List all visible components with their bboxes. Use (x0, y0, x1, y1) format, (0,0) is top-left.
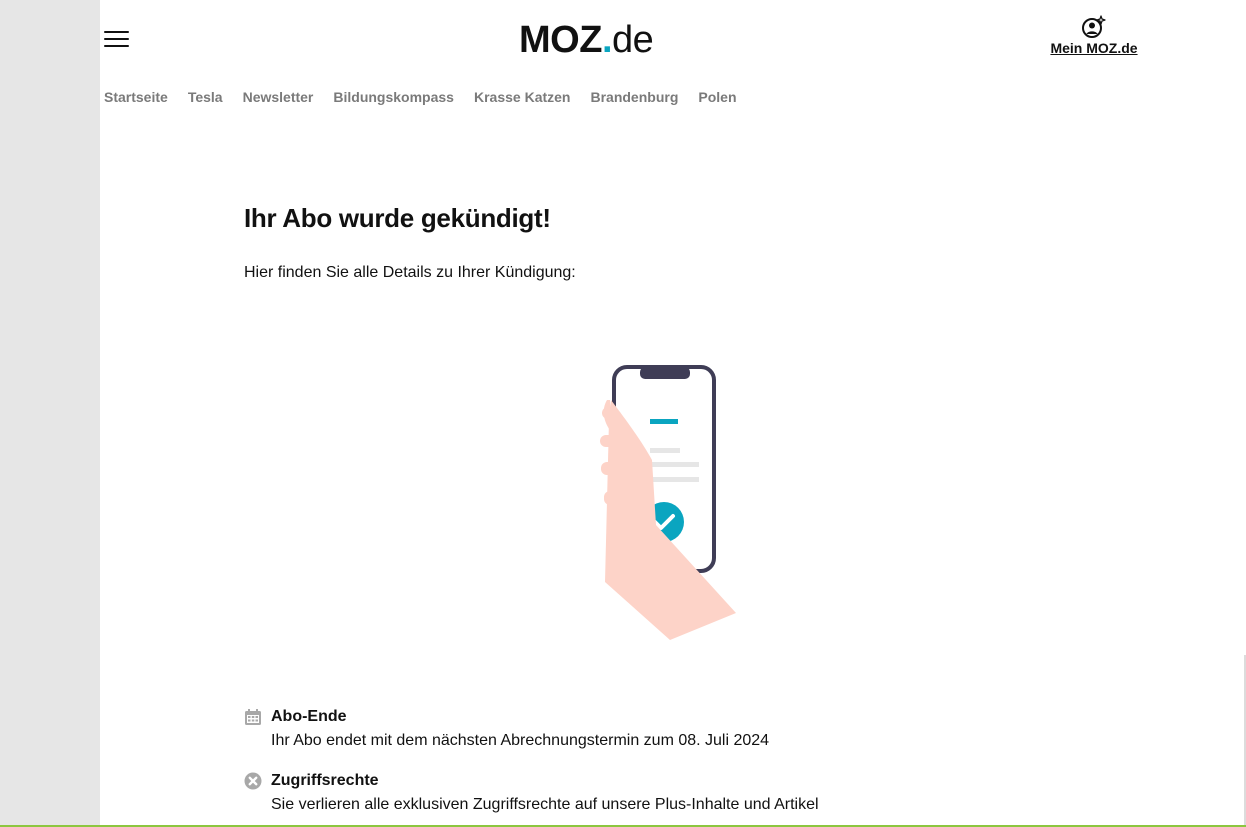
phone-confirmation-illustration (600, 365, 736, 640)
nav-item-tesla[interactable]: Tesla (188, 88, 223, 108)
detail-text: Ihr Abo endet mit dem nächsten Abrechnun… (271, 732, 770, 749)
page-title: Ihr Abo wurde gekündigt! (244, 203, 551, 233)
nav-item-krasse-katzen[interactable]: Krasse Katzen (474, 88, 571, 108)
main-navigation: Startseite Tesla Newsletter Bildungskomp… (104, 88, 737, 108)
account-label: Mein MOZ.de (1050, 40, 1138, 56)
user-sparkle-icon (1082, 15, 1106, 38)
detail-title: Abo-Ende (271, 708, 347, 725)
close-circle-icon (244, 772, 262, 790)
detail-title: Zugriffsrechte (271, 772, 379, 789)
nav-item-polen[interactable]: Polen (698, 88, 736, 108)
logo-tld: de (612, 19, 654, 61)
logo-main: MOZ (519, 19, 602, 61)
detail-text: Sie verlieren alle exklusiven Zugriffsre… (271, 796, 819, 813)
calendar-icon (245, 709, 261, 725)
site-logo[interactable]: MOZ.de (519, 18, 654, 62)
logo-dot: . (601, 19, 613, 61)
nav-item-startseite[interactable]: Startseite (104, 88, 168, 108)
intro-text: Hier finden Sie alle Details zu Ihrer Kü… (244, 264, 576, 281)
account-link[interactable]: Mein MOZ.de (1048, 14, 1140, 62)
nav-item-newsletter[interactable]: Newsletter (243, 88, 314, 108)
nav-item-bildungskompass[interactable]: Bildungskompass (333, 88, 454, 108)
hamburger-menu-icon[interactable] (104, 28, 130, 50)
nav-item-brandenburg[interactable]: Brandenburg (590, 88, 678, 108)
browser-side-panel (0, 0, 100, 827)
